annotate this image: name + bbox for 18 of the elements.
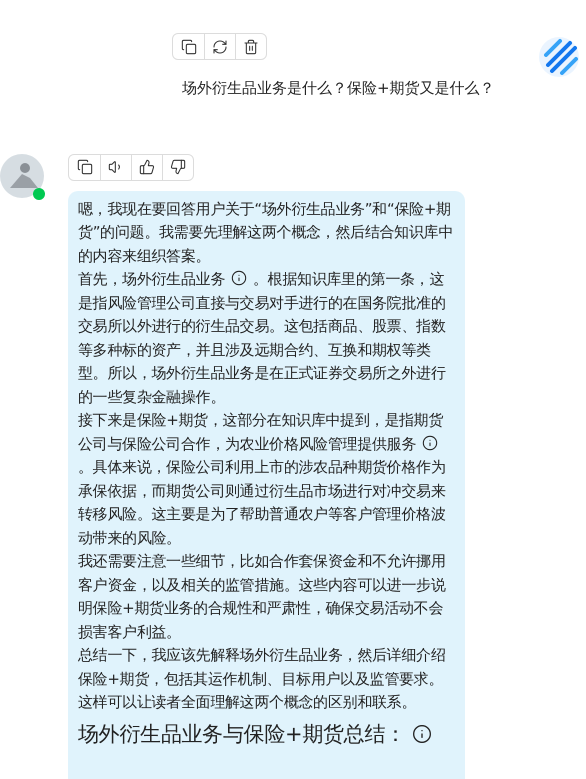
info-icon[interactable] [412,724,432,744]
thumbs-up-icon [139,159,155,175]
logo-icon [538,35,580,79]
user-message: 场外衍生品业务是什么？保险+期货又是什么？ [182,78,496,99]
answer-paragraph: 嗯，我现在要回答用户关于“场外衍生品业务”和“保险+期货”的问题。我需要先理解这两个概念，然后结合知识库中的内容来组织答案。 [78,198,454,266]
info-icon[interactable] [422,434,438,450]
answer-heading: 场外衍生品业务与保险+期货总结： [78,720,406,748]
avatar [0,154,44,198]
thumbs-down-icon [170,159,186,175]
answer-paragraph: 接下来是保险+期货，这部分在知识库中提到，是指期货公司与保险公司合作，为农业价格风险管理提供服务 。具体来说，保险公司利用上市的涉农品种期货价格作为承保依据，而期货公司则通过衍生品市场进行对冲交易来转移风险。这主要是为了帮助普通农户等客户管理价格波动带来的风险。 [78,410,447,548]
info-icon[interactable] [231,270,248,286]
copy-icon [76,159,92,175]
trash-icon [243,38,259,54]
answer-paragraph: 我还需要注意一些细节，比如合作套保资金和不允许挪用客户资金，以及相关的监管措施。这些内容可以进一步说明保险+期货业务的合规性和严肃性，确保交易活动不会损害客户利益。 [78,551,447,642]
answer-paragraph: 首先，场外衍生品业务 。根据知识库里的第一条，这是指风险管理公司直接与交易对手进行的在国务院批准的交易所以外进行的衍生品交易。这包括商品、股票、指数等多种标的资产，并且涉及远期合约、互换和期权等类型。所以，场外衍生品业务是在正式证券交易所之外进行的一些复杂金融操作。 [78,269,447,408]
answer-paragraph: 总结一下，我应该先解释场外衍生品业务，然后详细介绍保险+期货，包括其运作机制、目标用户以及监管要求。这样可以让读者全面理解这两个概念的区别和联系。 [78,645,447,713]
copy-icon [180,38,196,54]
refresh-icon [212,38,228,54]
